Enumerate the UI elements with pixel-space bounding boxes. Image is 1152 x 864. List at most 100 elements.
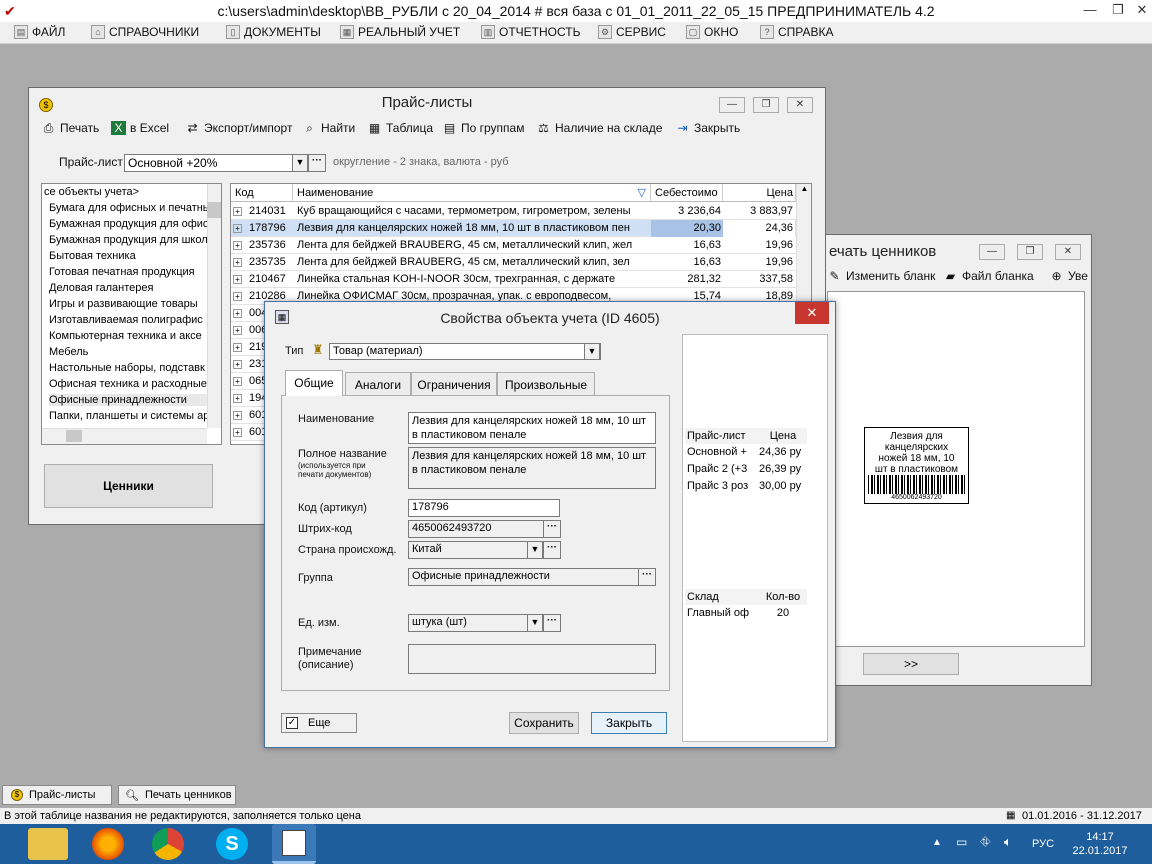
expand-icon[interactable]: + [233, 241, 242, 250]
full-name-field[interactable]: Лезвия для канцелярских ножей 18 мм, 10 … [408, 447, 656, 489]
battery-icon[interactable]: ▭ [956, 835, 967, 849]
expand-icon[interactable]: + [233, 377, 242, 386]
expand-icon[interactable]: + [233, 394, 242, 403]
menu-real-accounting[interactable]: ▦ РЕАЛЬНЫЙ УЧЕТ [340, 25, 460, 39]
pricelist-minimize-button[interactable]: — [719, 97, 745, 113]
row-price[interactable]: 19,96 [723, 237, 793, 254]
expand-icon[interactable]: + [233, 360, 242, 369]
clock[interactable]: 14:17 22.01.2017 [1068, 830, 1132, 858]
expand-icon[interactable]: + [233, 224, 242, 233]
dialog-close-button[interactable]: ✕ [795, 302, 829, 324]
tree-item[interactable]: Изготавливаемая полиграфис [49, 314, 209, 326]
tree-hscroll-thumb[interactable] [66, 430, 82, 442]
name-field[interactable]: Лезвия для канцелярских ножей 18 мм, 10 … [408, 412, 656, 444]
table-button[interactable]: ▦ Таблица [367, 121, 433, 135]
tab-custom[interactable]: Произвольные [497, 372, 595, 396]
tree-vscrollbar[interactable] [207, 184, 221, 428]
pricelist-maximize-button[interactable]: ❐ [753, 97, 779, 113]
by-groups-button[interactable]: ▤ По группам [442, 121, 525, 135]
pricelist-dropdown-button[interactable]: ▼ [292, 154, 308, 172]
checkbox-checked-icon[interactable]: ✓ [286, 717, 298, 729]
bottom-tab-price-tags[interactable]: 🔍︎ Печать ценников [118, 785, 236, 805]
excel-button[interactable]: Xв Excel [111, 121, 169, 135]
network-icon[interactable]: ⛗ [980, 834, 990, 850]
tab-general[interactable]: Общие [285, 370, 343, 396]
tab-analogs[interactable]: Аналоги [345, 372, 411, 396]
tree-item[interactable]: Бумажная продукция для школ [49, 234, 209, 246]
expand-icon[interactable]: + [233, 258, 242, 267]
tree-item[interactable]: Готовая печатная продукция [49, 266, 209, 278]
tags-close-button[interactable]: ✕ [1055, 244, 1081, 260]
stock-button[interactable]: ⚖ Наличие на складе [536, 121, 662, 135]
row-price[interactable]: 3 883,97 [723, 203, 793, 220]
table-row[interactable]: +235735 Лента для бейджей BRAUBERG, 45 см… [231, 254, 796, 271]
expand-icon[interactable]: + [233, 292, 242, 301]
type-dropdown-button[interactable]: ▼ [584, 343, 600, 360]
col-header-price[interactable]: Цена [723, 184, 796, 202]
firefox-icon[interactable] [92, 828, 124, 860]
barcode-more-button[interactable]: ··· [543, 520, 561, 538]
tree-item[interactable]: Настольные наборы, подставк [49, 362, 209, 374]
tree-item[interactable]: Папки, планшеты и системы ар [49, 410, 209, 422]
col-header-cost[interactable]: Себестоимо [651, 184, 723, 202]
country-dropdown-button[interactable]: ▼ [527, 541, 543, 559]
pricelist-close-button[interactable]: ✕ [787, 97, 813, 113]
minimize-button[interactable]: — [1076, 0, 1104, 22]
tab-restrictions[interactable]: Ограничения [411, 372, 497, 396]
chrome-icon[interactable] [152, 828, 184, 860]
form-file-button[interactable]: ▰ Файл бланка [943, 269, 1034, 283]
bottom-tab-pricelists[interactable]: $ Прайс-листы [2, 785, 112, 805]
barcode-field[interactable]: 4650062493720 [408, 520, 544, 538]
tray-expand-icon[interactable]: ▲ [932, 837, 942, 848]
save-button[interactable]: Сохранить [509, 712, 579, 734]
tree-vscroll-thumb[interactable] [207, 202, 221, 218]
tree-item[interactable]: Офисная техника и расходные [49, 378, 209, 390]
menu-documents[interactable]: ▯ ДОКУМЕНТЫ [226, 25, 321, 39]
tree-item[interactable]: Мебель [49, 346, 209, 358]
tree-item[interactable]: Игры и развивающие товары [49, 298, 209, 310]
row-price[interactable]: 19,96 [723, 254, 793, 271]
tree-item-selected[interactable]: Офисные принадлежности [49, 394, 209, 406]
expand-icon[interactable]: + [233, 326, 242, 335]
edit-form-button[interactable]: ✎ Изменить бланк [827, 269, 935, 283]
tree-item[interactable]: Бытовая техника [49, 250, 209, 262]
menu-window[interactable]: ▢ ОКНО [686, 25, 738, 39]
tree-item[interactable]: се объекты учета> [44, 186, 204, 198]
country-select[interactable]: Китай [408, 541, 528, 559]
status-period[interactable]: 01.01.2016 - 31.12.2017 [1022, 808, 1142, 824]
unit-more-button[interactable]: ··· [543, 614, 561, 632]
col-header-name[interactable]: Наименование ▽ [293, 184, 651, 202]
scroll-up-icon[interactable]: ▲ [797, 184, 811, 193]
pricelist-more-button[interactable]: ··· [308, 154, 326, 172]
type-select[interactable]: Товар (материал) [329, 343, 601, 360]
zoom-button[interactable]: ⊕ Уве [1049, 269, 1087, 283]
dialog-close-action-button[interactable]: Закрыть [591, 712, 667, 734]
menu-service[interactable]: ⚙ СЕРВИС [598, 25, 666, 39]
print-button[interactable]: ⎙ Печать [41, 121, 100, 135]
table-row[interactable]: +210467 Линейка стальная KOH-I-NOOR 30см,… [231, 271, 796, 288]
tags-maximize-button[interactable]: ❐ [1017, 244, 1043, 260]
menu-reports[interactable]: ▥ ОТЧЕТНОСТЬ [481, 25, 580, 39]
country-more-button[interactable]: ··· [543, 541, 561, 559]
more-checkbox-group[interactable]: ✓ Еще [281, 713, 357, 733]
unit-dropdown-button[interactable]: ▼ [527, 614, 543, 632]
language-indicator[interactable]: РУС [1032, 838, 1054, 850]
expand-icon[interactable]: + [233, 411, 242, 420]
menu-directories[interactable]: ⌂ СПРАВОЧНИКИ [91, 25, 199, 39]
group-more-button[interactable]: ··· [638, 568, 656, 586]
export-import-button[interactable]: ⇄ Экспорт/импорт [185, 121, 292, 135]
menu-help[interactable]: ? СПРАВКА [760, 25, 834, 39]
table-row[interactable]: +235736 Лента для бейджей BRAUBERG, 45 см… [231, 237, 796, 254]
unit-select[interactable]: штука (шт) [408, 614, 528, 632]
table-row[interactable]: +214031 Куб вращающийся с часами, термоме… [231, 203, 796, 220]
find-button[interactable]: ⌕ Найти [302, 121, 355, 135]
skype-icon[interactable]: S [216, 828, 248, 860]
group-field[interactable]: Офисные принадлежности [408, 568, 639, 586]
expand-icon[interactable]: + [233, 275, 242, 284]
expand-icon[interactable]: + [233, 309, 242, 318]
row-price[interactable]: 24,36 [723, 220, 795, 237]
price-tags-button[interactable]: Ценники [44, 464, 213, 508]
next-button[interactable]: >> [863, 653, 959, 675]
row-price[interactable]: 337,58 [723, 271, 793, 288]
tree-item[interactable]: Бумажная продукция для офис [49, 218, 209, 230]
